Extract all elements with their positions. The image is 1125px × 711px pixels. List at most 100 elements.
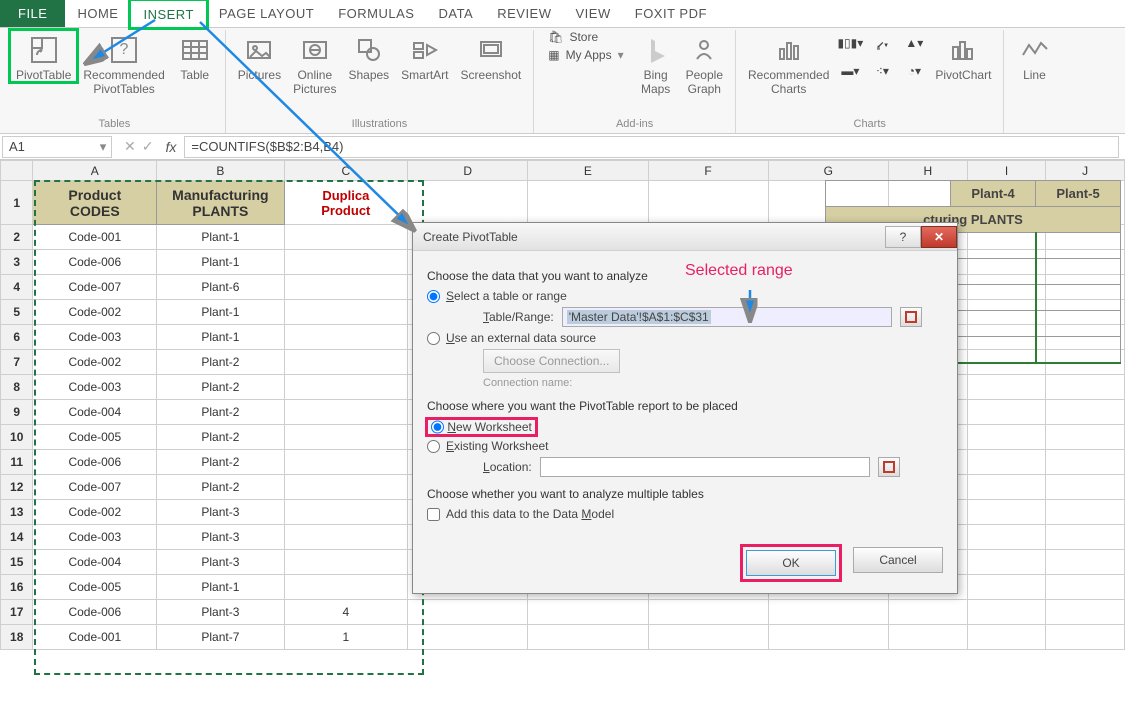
row-header-12[interactable]: 12 — [1, 475, 33, 500]
name-box-dropdown-icon[interactable]: ▾ — [95, 139, 111, 155]
location-picker-button[interactable] — [878, 457, 900, 477]
cell-a7[interactable]: Code-002 — [33, 350, 157, 375]
cell-b16[interactable]: Plant-1 — [157, 575, 284, 600]
row-header-17[interactable]: 17 — [1, 600, 33, 625]
row-header-10[interactable]: 10 — [1, 425, 33, 450]
tab-review[interactable]: REVIEW — [485, 0, 563, 27]
tab-foxit-pdf[interactable]: FOXIT PDF — [623, 0, 719, 27]
col-header-f[interactable]: F — [648, 161, 768, 181]
cell-c13[interactable] — [284, 500, 408, 525]
cell-c16[interactable] — [284, 575, 408, 600]
smartart-button[interactable]: SmartArt — [395, 30, 454, 82]
pivotchart-button[interactable]: PivotChart — [929, 30, 997, 82]
cell-b3[interactable]: Plant-1 — [157, 250, 284, 275]
cell-a11[interactable]: Code-006 — [33, 450, 157, 475]
row-header-8[interactable]: 8 — [1, 375, 33, 400]
cell-a12[interactable]: Code-007 — [33, 475, 157, 500]
tab-page-layout[interactable]: PAGE LAYOUT — [207, 0, 326, 27]
cell-a4[interactable]: Code-007 — [33, 275, 157, 300]
cell-c3[interactable] — [284, 250, 408, 275]
col-header-e[interactable]: E — [528, 161, 648, 181]
cell-c2[interactable] — [284, 225, 408, 250]
cell-c18[interactable]: 1 — [284, 625, 408, 650]
radio-existing-worksheet[interactable] — [427, 440, 440, 453]
cell-c9[interactable] — [284, 400, 408, 425]
cell-c5[interactable] — [284, 300, 408, 325]
row-header-2[interactable]: 2 — [1, 225, 33, 250]
tab-home[interactable]: HOME — [65, 0, 130, 27]
row-header-18[interactable]: 18 — [1, 625, 33, 650]
select-all-corner[interactable] — [1, 161, 33, 181]
range-picker-button[interactable] — [900, 307, 922, 327]
formula-enter-icon[interactable]: ✓ — [142, 138, 154, 155]
col-header-d[interactable]: D — [408, 161, 528, 181]
cell-a1[interactable]: ProductCODES — [33, 181, 157, 225]
pivottable-button[interactable]: PivotTable — [10, 30, 77, 82]
cell-b7[interactable]: Plant-2 — [157, 350, 284, 375]
row-header-13[interactable]: 13 — [1, 500, 33, 525]
tab-insert[interactable]: INSERT — [130, 0, 206, 28]
cell-a8[interactable]: Code-003 — [33, 375, 157, 400]
my-apps-button[interactable]: ▦My Apps▾ — [548, 48, 623, 62]
ok-button[interactable]: OK — [746, 550, 836, 576]
cell-a3[interactable]: Code-006 — [33, 250, 157, 275]
chart-column-icon[interactable]: ▮▯▮▾ — [835, 36, 865, 62]
cell-c7[interactable] — [284, 350, 408, 375]
cell-c15[interactable] — [284, 550, 408, 575]
table-button[interactable]: Table — [171, 30, 219, 82]
radio-select-table[interactable] — [427, 290, 440, 303]
cell-a14[interactable]: Code-003 — [33, 525, 157, 550]
dialog-close-button[interactable]: ✕ — [921, 226, 957, 248]
location-input[interactable] — [540, 457, 870, 477]
col-header-a[interactable]: A — [33, 161, 157, 181]
cell-c1[interactable]: DuplicaProduct — [284, 181, 408, 225]
bing-maps-button[interactable]: Bing Maps — [632, 30, 680, 96]
chart-scatter-icon[interactable]: ⁖▾ — [867, 64, 897, 90]
col-header-h[interactable]: H — [888, 161, 967, 181]
cell-a5[interactable]: Code-002 — [33, 300, 157, 325]
tab-view[interactable]: VIEW — [564, 0, 623, 27]
tab-formulas[interactable]: FORMULAS — [326, 0, 426, 27]
cell-c17[interactable]: 4 — [284, 600, 408, 625]
row-header-1[interactable]: 1 — [1, 181, 33, 225]
row-header-15[interactable]: 15 — [1, 550, 33, 575]
row-header-4[interactable]: 4 — [1, 275, 33, 300]
name-box[interactable]: A1 ▾ — [2, 136, 112, 158]
col-header-c[interactable]: C — [284, 161, 408, 181]
cell-b15[interactable]: Plant-3 — [157, 550, 284, 575]
cell-b14[interactable]: Plant-3 — [157, 525, 284, 550]
cell-a18[interactable]: Code-001 — [33, 625, 157, 650]
store-button[interactable]: 🛍Store — [548, 30, 623, 44]
radio-new-worksheet[interactable] — [431, 420, 444, 434]
cell-c4[interactable] — [284, 275, 408, 300]
cell-b6[interactable]: Plant-1 — [157, 325, 284, 350]
col-header-i[interactable]: I — [967, 161, 1045, 181]
col-header-b[interactable]: B — [157, 161, 284, 181]
cell-c6[interactable] — [284, 325, 408, 350]
cell-b11[interactable]: Plant-2 — [157, 450, 284, 475]
cell-b18[interactable]: Plant-7 — [157, 625, 284, 650]
checkbox-data-model[interactable] — [427, 508, 440, 521]
cell-a13[interactable]: Code-002 — [33, 500, 157, 525]
chart-other-icon[interactable]: ◔▾ — [899, 64, 929, 90]
cell-c8[interactable] — [284, 375, 408, 400]
cell-a2[interactable]: Code-001 — [33, 225, 157, 250]
cell-a16[interactable]: Code-005 — [33, 575, 157, 600]
fx-icon[interactable]: fx — [161, 139, 184, 155]
cell-b17[interactable]: Plant-3 — [157, 600, 284, 625]
row-header-6[interactable]: 6 — [1, 325, 33, 350]
formula-bar[interactable]: =COUNTIFS($B$2:B4,B4) — [184, 136, 1119, 158]
cell-a9[interactable]: Code-004 — [33, 400, 157, 425]
cell-b1[interactable]: ManufacturingPLANTS — [157, 181, 284, 225]
cell-c12[interactable] — [284, 475, 408, 500]
chart-line-icon[interactable]: ⭹▾ — [867, 36, 897, 62]
row-header-3[interactable]: 3 — [1, 250, 33, 275]
row-header-5[interactable]: 5 — [1, 300, 33, 325]
row-header-7[interactable]: 7 — [1, 350, 33, 375]
cell-b2[interactable]: Plant-1 — [157, 225, 284, 250]
sparkline-line-button[interactable]: Line — [1010, 30, 1058, 82]
row-header-14[interactable]: 14 — [1, 525, 33, 550]
pictures-button[interactable]: Pictures — [232, 30, 287, 82]
cell-a15[interactable]: Code-004 — [33, 550, 157, 575]
tab-file[interactable]: FILE — [0, 0, 65, 27]
